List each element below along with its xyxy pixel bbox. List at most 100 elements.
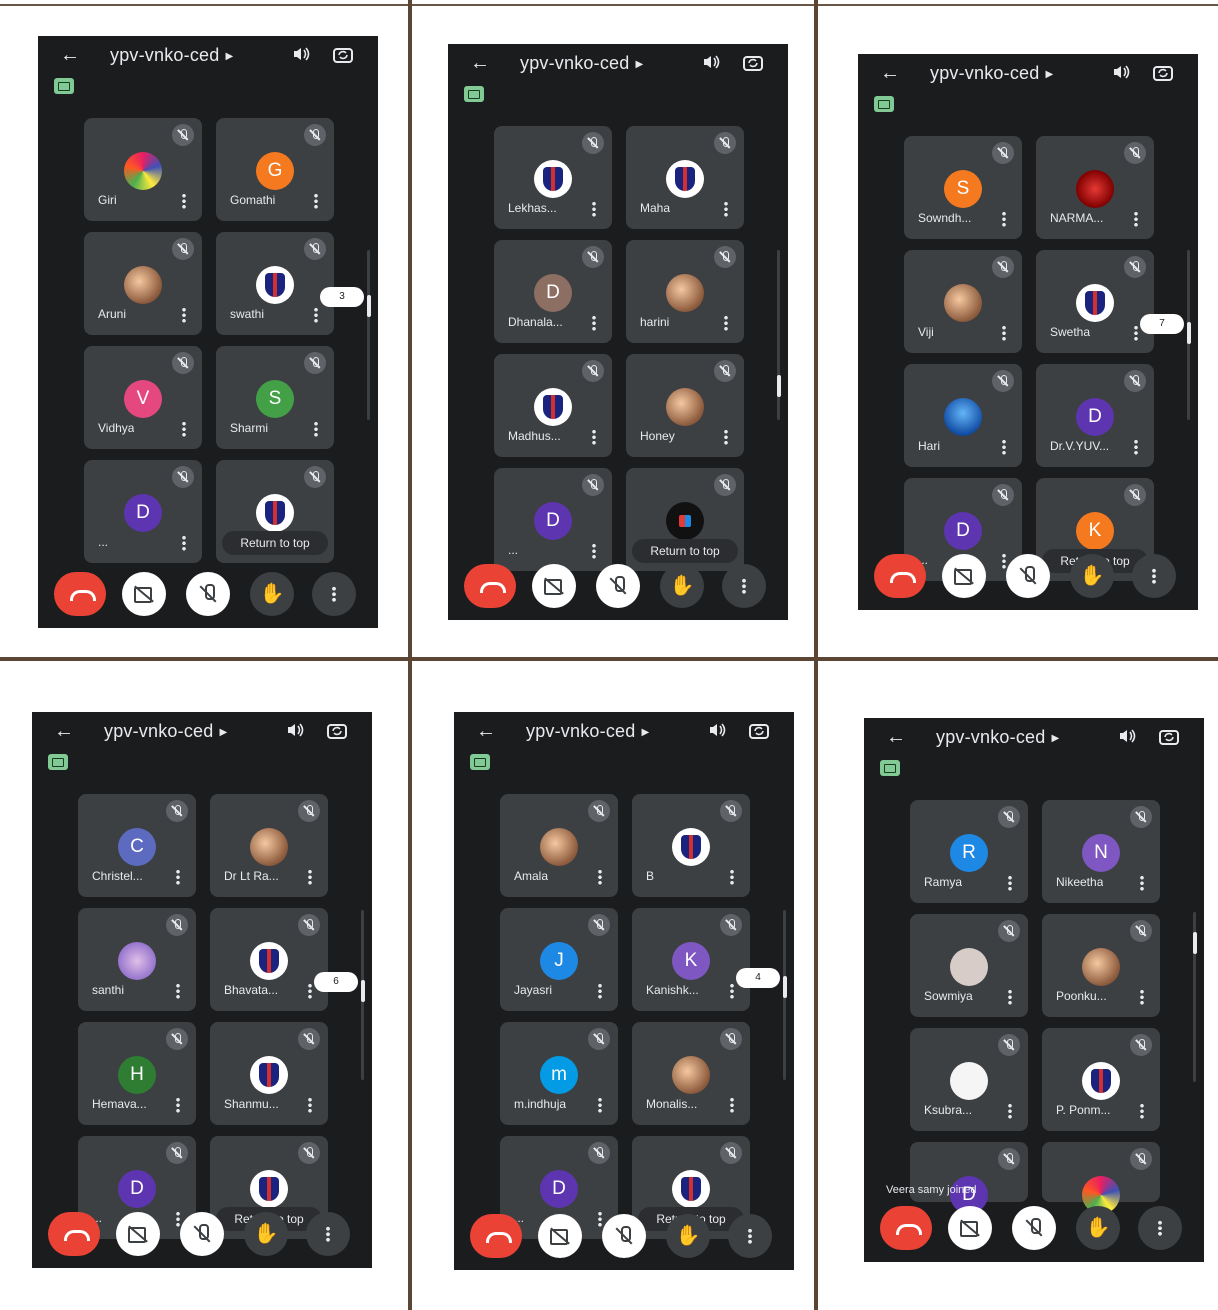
more-vert-icon[interactable] [724, 429, 728, 445]
more-options-button[interactable] [312, 572, 356, 616]
scroll-thumb[interactable] [1193, 932, 1197, 954]
participant-tile[interactable]: harini [626, 240, 744, 343]
mute-button[interactable] [602, 1214, 646, 1258]
cast-icon[interactable] [470, 754, 490, 770]
participant-tile[interactable]: Ksubra... [910, 1028, 1028, 1131]
more-vert-icon[interactable] [308, 1097, 312, 1113]
end-call-button[interactable] [874, 554, 926, 598]
more-vert-icon[interactable] [182, 193, 186, 209]
meeting-code[interactable]: ypv-vnko-ced ▶ [104, 721, 227, 742]
participant-tile[interactable]: Bhavata... [210, 908, 328, 1011]
participant-tile[interactable]: B [632, 794, 750, 897]
camera-off-button[interactable] [948, 1206, 992, 1250]
arrow-left-icon[interactable]: ← [60, 44, 80, 67]
more-vert-icon[interactable] [1140, 875, 1144, 891]
scroll-thumb[interactable] [361, 980, 365, 1002]
participant-tile[interactable]: Poonku... [1042, 914, 1160, 1017]
end-call-button[interactable] [880, 1206, 932, 1250]
camera-off-button[interactable] [538, 1214, 582, 1258]
participant-tile[interactable]: Sowmiya [910, 914, 1028, 1017]
more-options-button[interactable] [722, 564, 766, 608]
mute-button[interactable] [180, 1212, 224, 1256]
speaker-icon[interactable] [708, 722, 726, 738]
participant-tile[interactable]: Lekhas... [494, 126, 612, 229]
participant-tile[interactable]: D... [84, 460, 202, 563]
scroll-thumb[interactable] [783, 976, 787, 998]
more-vert-icon[interactable] [308, 983, 312, 999]
more-vert-icon[interactable] [730, 1097, 734, 1113]
meeting-code[interactable]: ypv-vnko-ced ▶ [526, 721, 649, 742]
scroll-track[interactable] [367, 250, 370, 420]
switch-camera-icon[interactable] [748, 720, 770, 742]
participant-tile[interactable]: H Hemava... [78, 1022, 196, 1125]
more-vert-icon[interactable] [176, 983, 180, 999]
meeting-code[interactable]: ypv-vnko-ced ▶ [930, 63, 1053, 84]
meeting-code[interactable]: ypv-vnko-ced ▶ [110, 45, 233, 66]
cast-icon[interactable] [464, 86, 484, 102]
participant-tile[interactable]: D Dr.V.YUV... [1036, 364, 1154, 467]
participant-tile[interactable]: Return to top [216, 460, 334, 563]
participant-tile[interactable]: Monalis... [632, 1022, 750, 1125]
participant-tile[interactable]: R Ramya [910, 800, 1028, 903]
more-vert-icon[interactable] [1008, 1103, 1012, 1119]
mute-button[interactable] [596, 564, 640, 608]
participant-tile[interactable]: Hari [904, 364, 1022, 467]
mute-button[interactable] [186, 572, 230, 616]
return-to-top-button[interactable]: Return to top [222, 531, 328, 555]
more-vert-icon[interactable] [1140, 1103, 1144, 1119]
participant-tile[interactable]: Amala [500, 794, 618, 897]
more-vert-icon[interactable] [592, 429, 596, 445]
end-call-button[interactable] [464, 564, 516, 608]
switch-camera-icon[interactable] [742, 52, 764, 74]
participant-tile[interactable]: m m.indhuja [500, 1022, 618, 1125]
arrow-left-icon[interactable]: ← [54, 720, 74, 743]
participant-tile[interactable]: Return to top [626, 468, 744, 571]
scroll-thumb[interactable] [777, 375, 781, 397]
return-to-top-button[interactable]: Return to top [632, 539, 738, 563]
more-vert-icon[interactable] [1008, 875, 1012, 891]
raise-hand-button[interactable]: ✋ [660, 564, 704, 608]
participant-tile[interactable]: Giri [84, 118, 202, 221]
more-vert-icon[interactable] [176, 869, 180, 885]
participant-tile[interactable]: V Vidhya [84, 346, 202, 449]
more-vert-icon[interactable] [182, 421, 186, 437]
more-vert-icon[interactable] [1134, 439, 1138, 455]
speaker-icon[interactable] [292, 46, 310, 62]
arrow-left-icon[interactable]: ← [476, 720, 496, 743]
switch-camera-icon[interactable] [332, 44, 354, 66]
more-vert-icon[interactable] [182, 535, 186, 551]
camera-off-button[interactable] [116, 1212, 160, 1256]
participant-tile[interactable]: Shanmu... [210, 1022, 328, 1125]
participant-tile[interactable]: D Dhanala... [494, 240, 612, 343]
participant-tile[interactable] [1042, 1142, 1160, 1214]
cast-icon[interactable] [48, 754, 68, 770]
participant-tile[interactable]: S Sowndh... [904, 136, 1022, 239]
scroll-thumb[interactable] [1187, 322, 1191, 344]
participant-tile[interactable]: J Jayasri [500, 908, 618, 1011]
camera-off-button[interactable] [942, 554, 986, 598]
end-call-button[interactable] [48, 1212, 100, 1256]
camera-off-button[interactable] [532, 564, 576, 608]
mute-button[interactable] [1006, 554, 1050, 598]
more-vert-icon[interactable] [1134, 211, 1138, 227]
speaker-icon[interactable] [1112, 64, 1130, 80]
arrow-left-icon[interactable]: ← [470, 52, 490, 75]
participant-tile[interactable]: P. Ponm... [1042, 1028, 1160, 1131]
more-vert-icon[interactable] [730, 983, 734, 999]
more-vert-icon[interactable] [1002, 439, 1006, 455]
more-vert-icon[interactable] [598, 983, 602, 999]
more-options-button[interactable] [728, 1214, 772, 1258]
more-vert-icon[interactable] [1140, 989, 1144, 1005]
end-call-button[interactable] [470, 1214, 522, 1258]
more-options-button[interactable] [306, 1212, 350, 1256]
more-options-button[interactable] [1138, 1206, 1182, 1250]
participant-tile[interactable]: swathi [216, 232, 334, 335]
more-vert-icon[interactable] [314, 307, 318, 323]
more-vert-icon[interactable] [730, 869, 734, 885]
meeting-code[interactable]: ypv-vnko-ced ▶ [936, 727, 1059, 748]
more-vert-icon[interactable] [1134, 325, 1138, 341]
raise-hand-button[interactable]: ✋ [666, 1214, 710, 1258]
more-vert-icon[interactable] [598, 869, 602, 885]
participant-tile[interactable]: Aruni [84, 232, 202, 335]
meeting-code[interactable]: ypv-vnko-ced ▶ [520, 53, 643, 74]
